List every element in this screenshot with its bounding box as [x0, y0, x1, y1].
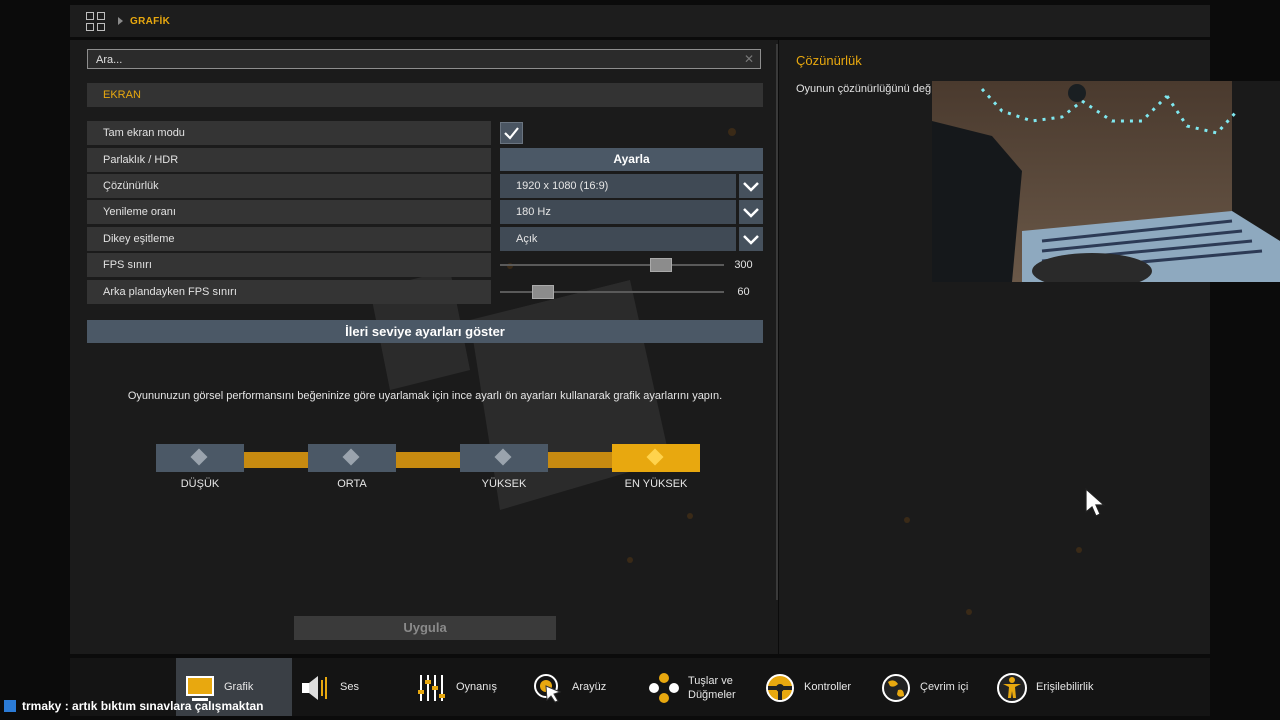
webcam-overlay [932, 81, 1280, 282]
nav-label: Ses [340, 681, 359, 693]
help-title: Çözünürlük [796, 53, 862, 68]
brightness-label: Parlaklık / HDR [103, 154, 179, 166]
preset-description: Oyununuzun görsel performansını beğenini… [127, 390, 723, 402]
nav-ses[interactable]: Ses [292, 658, 408, 716]
nav-label: Arayüz [572, 681, 607, 693]
fullscreen-checkbox[interactable] [500, 122, 523, 144]
fps-limit-value: 300 [734, 259, 753, 271]
preset-medium-label: ORTA [337, 478, 367, 490]
nav-label: Çevrim içi [920, 681, 969, 693]
nav-label: Oynanış [456, 681, 497, 693]
refresh-value: 180 Hz [516, 206, 551, 218]
preset-high-button[interactable] [460, 444, 548, 472]
chat-message: artık bıktım sınavlara çalışmaktan [72, 699, 264, 713]
resolution-value: 1920 x 1080 (16:9) [516, 180, 609, 192]
nav-label: Tuşlar ve Düğmeler [688, 675, 736, 701]
refresh-label: Yenileme oranı [103, 206, 176, 218]
nav-arayuz[interactable]: Arayüz [524, 658, 640, 716]
vsync-value: Açık [516, 233, 538, 245]
top-bar: GRAFİK [70, 5, 1210, 37]
nav-label: Erişilebilirlik [1036, 681, 1094, 693]
chat-text: trmaky : artık bıktım sınavlara çalışmak… [22, 699, 264, 713]
diamond-icon [342, 448, 360, 466]
globe-icon [882, 674, 910, 702]
webcam-image [932, 81, 1280, 282]
setting-label-brightness: Parlaklık / HDR [87, 148, 491, 172]
chat-badge-icon [4, 700, 16, 712]
nav-tuslar[interactable]: Tuşlar ve Düğmeler [640, 658, 756, 716]
sliders-icon [418, 675, 445, 701]
fullscreen-label: Tam ekran modu [103, 127, 185, 139]
nav-kontroller[interactable]: Kontroller [756, 658, 872, 716]
section-header-ekran: EKRAN [87, 83, 763, 107]
search-placeholder: Ara... [96, 54, 123, 66]
vsync-label: Dikey eşitleme [103, 233, 175, 245]
setting-label-fullscreen: Tam ekran modu [87, 121, 491, 145]
speaker-icon [302, 676, 327, 700]
diamond-icon [494, 448, 512, 466]
search-input[interactable]: Ara... ✕ [87, 49, 761, 69]
setting-label-vsync: Dikey eşitleme [87, 227, 491, 251]
nav-cevrimici[interactable]: Çevrim içi [872, 658, 988, 716]
grid-menu-icon[interactable] [86, 12, 105, 31]
checkmark-icon [504, 127, 519, 140]
resolution-chevron-down-icon[interactable] [739, 174, 763, 198]
preset-connector [244, 452, 308, 468]
show-advanced-settings-button[interactable]: İleri seviye ayarları göster [87, 320, 763, 343]
chat-username: trmaky [22, 699, 62, 713]
apply-button[interactable]: Uygula [294, 616, 556, 640]
slider-thumb[interactable] [532, 285, 554, 299]
preset-low-button[interactable] [156, 444, 244, 472]
panel-divider [776, 44, 778, 600]
mouse-cursor-icon [1085, 488, 1105, 517]
preset-low-label: DÜŞÜK [180, 478, 220, 490]
setting-label-fps-limit: FPS sınırı [87, 253, 491, 277]
resolution-dropdown[interactable]: 1920 x 1080 (16:9) [500, 174, 736, 198]
fps-limit-label: FPS sınırı [103, 259, 152, 271]
cursor-target-icon [534, 674, 562, 703]
preset-connector [396, 452, 460, 468]
nav-label: Grafik [224, 681, 254, 693]
section-title: EKRAN [103, 89, 141, 101]
setting-label-bg-fps-limit: Arka plandayken FPS sınırı [87, 280, 491, 304]
refresh-chevron-down-icon[interactable] [739, 200, 763, 224]
vsync-dropdown[interactable]: Açık [500, 227, 736, 251]
bg-fps-limit-label: Arka plandayken FPS sınırı [103, 286, 237, 298]
bg-fps-limit-value: 60 [737, 286, 750, 298]
nav-oynanis[interactable]: Oynanış [408, 658, 524, 716]
help-description: Oyunun çözünürlüğünü değ [796, 83, 932, 95]
preset-medium-button[interactable] [308, 444, 396, 472]
clear-search-icon[interactable]: ✕ [744, 52, 754, 66]
refresh-dropdown[interactable]: 180 Hz [500, 200, 736, 224]
steering-wheel-icon [766, 674, 794, 702]
bg-fps-limit-slider[interactable] [500, 280, 724, 304]
preset-connector [548, 452, 612, 468]
slider-track [500, 264, 724, 266]
diamond-icon [190, 448, 208, 466]
accessibility-icon [997, 673, 1027, 703]
breadcrumb-current[interactable]: GRAFİK [130, 16, 170, 27]
stream-chat-message: trmaky : artık bıktım sınavlara çalışmak… [0, 696, 300, 720]
setting-label-refresh: Yenileme oranı [87, 200, 491, 224]
preset-ultra-label: EN YÜKSEK [624, 478, 688, 490]
preset-ultra-button[interactable] [612, 444, 700, 472]
preset-high-label: YÜKSEK [481, 478, 527, 490]
slider-thumb[interactable] [650, 258, 672, 272]
brightness-adjust-button[interactable]: Ayarla [500, 148, 763, 171]
gamepad-buttons-icon [649, 673, 679, 703]
setting-label-resolution: Çözünürlük [87, 174, 491, 198]
fps-limit-slider[interactable] [500, 253, 724, 277]
resolution-label: Çözünürlük [103, 180, 159, 192]
nav-label: Kontroller [804, 681, 852, 693]
vsync-chevron-down-icon[interactable] [739, 227, 763, 251]
breadcrumb-arrow-icon [118, 17, 123, 25]
nav-erisilebilirlik[interactable]: Erişilebilirlik [988, 658, 1104, 716]
diamond-icon [646, 448, 664, 466]
